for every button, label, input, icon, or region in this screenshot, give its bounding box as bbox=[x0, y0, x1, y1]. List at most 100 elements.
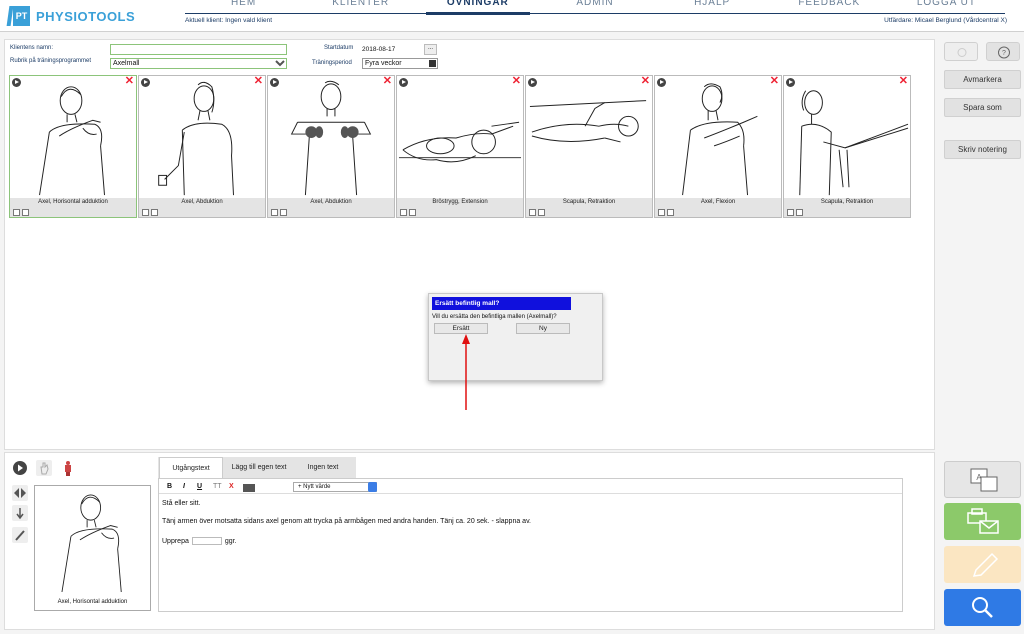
print-email-icon bbox=[967, 508, 999, 534]
nav-divider bbox=[185, 13, 1005, 14]
exercise-card[interactable]: ✕ Axel, Flexion bbox=[654, 75, 782, 218]
exercise-label: Scapula, Retraktion bbox=[820, 199, 874, 205]
tab-no-text[interactable]: Ingen text bbox=[295, 457, 351, 478]
gear-icon bbox=[957, 48, 967, 57]
exercise-label: Axel, Flexion bbox=[700, 199, 736, 205]
image-mini-icon[interactable] bbox=[538, 209, 545, 216]
image-mini-icon[interactable] bbox=[22, 209, 29, 216]
translate-button[interactable]: A bbox=[944, 461, 1021, 498]
logo[interactable]: PT PHYSIOTOOLS bbox=[6, 6, 136, 26]
edit-button[interactable] bbox=[944, 546, 1021, 583]
exercise-illustration bbox=[398, 121, 522, 163]
instruction-line-3: Upprepa ggr. bbox=[162, 537, 237, 545]
client-name-input[interactable] bbox=[110, 44, 287, 55]
edit-mini-icon[interactable] bbox=[271, 209, 278, 216]
select-arrow-icon bbox=[368, 482, 377, 492]
nav-logout[interactable]: LOGGA UT bbox=[888, 0, 1005, 13]
chevron-down-icon[interactable] bbox=[274, 58, 286, 69]
app-header: PT PHYSIOTOOLS HEM KLIENTER ÖVNINGAR ADM… bbox=[0, 0, 1024, 32]
exercise-label: Axel, Abduktion bbox=[310, 199, 352, 205]
repetitions-stepper[interactable] bbox=[191, 537, 222, 545]
start-date-label: Startdatum bbox=[324, 45, 354, 51]
underline-button[interactable]: U bbox=[197, 483, 202, 490]
settings-button[interactable] bbox=[944, 42, 978, 61]
nav-feedback[interactable]: FEEDBACK bbox=[771, 0, 888, 13]
program-title-label: Rubrik på träningsprogrammet bbox=[10, 58, 92, 64]
pencil-icon bbox=[972, 552, 999, 577]
edit-mini-icon[interactable] bbox=[142, 209, 149, 216]
rotate-button[interactable] bbox=[12, 505, 28, 521]
instruction-editor[interactable]: B I U TT X + Nytt värde Stå eller sitt. … bbox=[158, 478, 903, 612]
exercise-label: Axel, Horisontal adduktion bbox=[38, 199, 108, 205]
hand-icon bbox=[40, 462, 49, 475]
svg-text:?: ? bbox=[1002, 50, 1006, 57]
mirror-button[interactable] bbox=[12, 485, 28, 501]
person-button[interactable] bbox=[60, 460, 76, 476]
new-template-button[interactable]: Ny bbox=[516, 323, 570, 334]
tab-default-text[interactable]: Utgångstext bbox=[159, 457, 223, 478]
print-email-button[interactable] bbox=[944, 503, 1021, 540]
person-icon bbox=[65, 461, 71, 476]
image-mini-icon[interactable] bbox=[151, 209, 158, 216]
nav-help[interactable]: HJÄLP bbox=[654, 0, 771, 13]
date-picker-button[interactable]: ... bbox=[424, 44, 437, 55]
hand-button[interactable] bbox=[36, 460, 52, 476]
insert-value-select[interactable]: + Nytt värde bbox=[293, 482, 377, 492]
image-mini-icon[interactable] bbox=[796, 209, 803, 216]
help-button[interactable]: ? bbox=[986, 42, 1020, 61]
edit-mini-icon[interactable] bbox=[658, 209, 665, 216]
translate-icon: A bbox=[970, 468, 998, 492]
pen-icon bbox=[15, 530, 25, 541]
draw-button[interactable] bbox=[12, 527, 28, 543]
exercise-card[interactable]: ✕ Axel, Abduktion bbox=[267, 75, 395, 218]
image-mini-icon[interactable] bbox=[409, 209, 416, 216]
clear-format-button[interactable]: X bbox=[229, 483, 234, 490]
nav-home[interactable]: HEM bbox=[185, 0, 302, 13]
exercise-card[interactable]: ✕ Scapula, Retraktion bbox=[783, 75, 911, 218]
app-name: PHYSIOTOOLS bbox=[36, 8, 136, 24]
period-select[interactable]: Fyra veckor bbox=[362, 58, 438, 69]
exercise-label: Scapula, Retraktion bbox=[562, 199, 616, 205]
nav-admin[interactable]: ADMIN bbox=[536, 0, 653, 13]
bold-button[interactable]: B bbox=[167, 483, 172, 490]
search-button[interactable] bbox=[944, 589, 1021, 626]
tab-own-text[interactable]: Lägg till egen text bbox=[225, 457, 293, 478]
search-icon bbox=[972, 597, 993, 618]
start-date-value[interactable]: 2018-08-17 bbox=[362, 46, 395, 53]
nav-active-indicator bbox=[426, 12, 530, 15]
image-mini-icon[interactable] bbox=[280, 209, 287, 216]
nav-clients[interactable]: KLIENTER bbox=[302, 0, 419, 13]
replace-button[interactable]: Ersätt bbox=[434, 323, 488, 334]
save-as-button[interactable]: Spara som bbox=[944, 98, 1021, 117]
font-size-button[interactable]: TT bbox=[213, 483, 222, 490]
edit-mini-icon[interactable] bbox=[787, 209, 794, 216]
edit-mini-icon[interactable] bbox=[13, 209, 20, 216]
table-icon[interactable] bbox=[243, 484, 255, 492]
dialog-message: Vill du ersätta den befintliga mallen (A… bbox=[432, 314, 557, 320]
italic-button[interactable]: I bbox=[183, 483, 185, 490]
exercise-card[interactable]: ✕ Axel, Horisontal adduktion bbox=[9, 75, 137, 218]
arrow-down-icon bbox=[16, 508, 24, 520]
client-name-label: Klientens namn: bbox=[10, 45, 54, 51]
current-client: Aktuell klient: Ingen vald klient bbox=[185, 17, 273, 24]
instruction-line-2: Tänj armen över motsatta sidans axel gen… bbox=[162, 518, 532, 525]
edit-mini-icon[interactable] bbox=[400, 209, 407, 216]
program-title-input[interactable]: Axelmall bbox=[110, 58, 287, 69]
exercise-illustration bbox=[529, 100, 647, 143]
edit-mini-icon[interactable] bbox=[529, 209, 536, 216]
exercise-illustration bbox=[799, 90, 909, 196]
exercise-card[interactable]: ✕ Axel, Abduktion bbox=[138, 75, 266, 218]
editor-toolbar: B I U TT X + Nytt värde bbox=[159, 481, 902, 494]
mirror-icon bbox=[14, 488, 26, 498]
image-mini-icon[interactable] bbox=[667, 209, 674, 216]
therapist-info: Utfärdare: Micael Berglund (Vårdcentral … bbox=[884, 17, 1007, 24]
select-arrow-icon bbox=[429, 60, 436, 67]
logo-mark: PT bbox=[6, 6, 30, 26]
deselect-button[interactable]: Avmarkera bbox=[944, 70, 1021, 89]
main-nav: HEM KLIENTER ÖVNINGAR ADMIN HJÄLP FEEDBA… bbox=[185, 0, 1005, 13]
exercise-card[interactable]: ✕ Scapula, Retraktion bbox=[525, 75, 653, 218]
exercise-illustration bbox=[39, 86, 105, 196]
play-button[interactable] bbox=[12, 460, 28, 476]
write-note-button[interactable]: Skriv notering bbox=[944, 140, 1021, 159]
exercise-card[interactable]: ✕ Bröstrygg, Extension bbox=[396, 75, 524, 218]
